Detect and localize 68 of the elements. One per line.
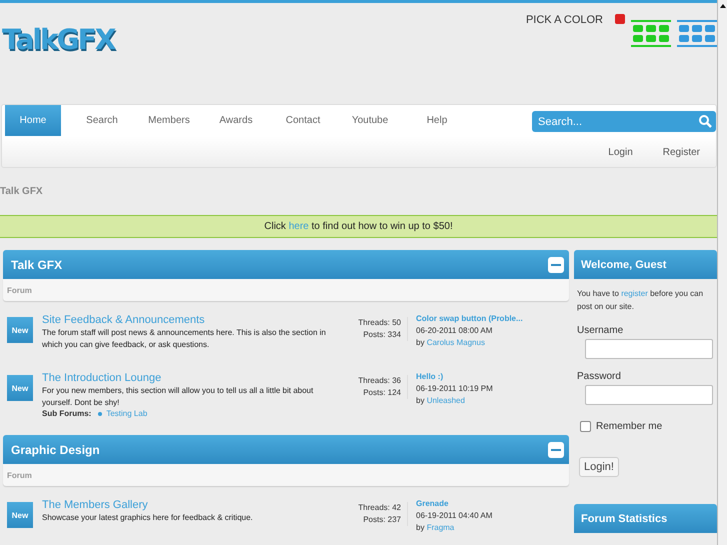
collapse-button[interactable] <box>548 442 564 458</box>
username-field[interactable] <box>585 339 713 359</box>
remember-label: Remember me <box>596 421 662 432</box>
nav-tab[interactable]: Contact <box>270 105 336 136</box>
nav-tab[interactable]: Home <box>5 105 61 136</box>
author-link[interactable]: Carolus Magnus <box>426 338 485 347</box>
breadcrumb[interactable]: Talk GFX <box>0 186 717 198</box>
sub-forums-label: Sub Forums: <box>42 409 92 418</box>
last-post-title[interactable]: Grenade <box>416 498 492 510</box>
login-button[interactable]: Login! <box>579 457 619 477</box>
by-label: by <box>416 338 424 347</box>
post-count: Posts: 237 <box>363 514 401 526</box>
nav-tab[interactable]: Help <box>404 105 470 136</box>
last-post-title[interactable]: Color swap button (Proble... <box>416 313 523 325</box>
thread-count: Threads: 50 <box>358 317 401 329</box>
forum-description: For you new members, this section will allow you to tell us all a little bit about yourself. Dont be shy! <box>42 385 314 409</box>
remember-checkbox[interactable] <box>580 421 591 432</box>
panel-title: Welcome, Guest <box>581 258 666 270</box>
bullet-icon <box>98 412 102 416</box>
nav-tab[interactable]: Awards <box>203 105 269 136</box>
search-field[interactable]: Search... <box>532 111 716 132</box>
last-post-title[interactable]: Hello :) <box>416 371 493 383</box>
last-post-date: 06-19-2011 10:19 PM <box>416 383 493 395</box>
nav-tab[interactable]: Members <box>136 105 202 136</box>
panel-title: Forum Statistics <box>581 512 668 524</box>
by-label: by <box>416 523 424 532</box>
search-icon[interactable] <box>699 115 712 128</box>
site-logo[interactable]: TalkGFX <box>2 23 114 56</box>
last-post-date: 06-19-2011 04:40 AM <box>416 510 492 522</box>
password-label: Password <box>577 371 622 382</box>
banner-link[interactable]: here <box>288 221 309 232</box>
category-title[interactable]: Talk GFX <box>11 258 62 272</box>
register-link[interactable]: register <box>621 289 648 298</box>
register-note: You have to register before you can post on our site. <box>577 288 704 313</box>
forum-title[interactable]: The Introduction Lounge <box>42 371 342 385</box>
column-label: Forum <box>7 470 32 480</box>
color-swatch-grid[interactable] <box>631 20 671 47</box>
thread-count: Threads: 36 <box>358 375 401 387</box>
forum-description: The forum staff will post news & announcements here. This is also the section in which you can give feedback, or ask questions. <box>42 327 327 351</box>
color-swatch[interactable] <box>615 14 625 24</box>
nav-tab[interactable]: Search <box>69 105 135 136</box>
sub-forum-link[interactable]: Testing Lab <box>106 409 148 418</box>
user-link[interactable]: Login <box>608 147 633 158</box>
banner-text: Click here to find out how to win up to $50! <box>264 221 453 232</box>
forum-title[interactable]: Site Feedback & Announcements <box>42 313 342 327</box>
by-label: by <box>416 396 424 405</box>
post-count: Posts: 124 <box>363 387 401 399</box>
last-post-date: 06-20-2011 08:00 AM <box>416 325 494 337</box>
new-posts-icon: New <box>7 375 33 401</box>
author-link[interactable]: Unleashed <box>426 396 465 405</box>
pick-color-label: PICK A COLOR <box>526 14 603 26</box>
scrollbar[interactable] <box>717 0 727 545</box>
new-posts-icon: New <box>7 502 33 528</box>
user-link[interactable]: Register <box>662 147 700 158</box>
category-title[interactable]: Graphic Design <box>11 442 100 456</box>
post-count: Posts: 334 <box>363 329 401 341</box>
nav-tab[interactable]: Youtube <box>337 105 403 136</box>
collapse-button[interactable] <box>548 256 564 272</box>
new-posts-icon: New <box>7 317 33 343</box>
column-label: Forum <box>7 286 32 294</box>
password-field[interactable] <box>585 385 713 405</box>
color-swatch-grid[interactable] <box>677 20 717 47</box>
scroll-up-icon[interactable] <box>720 4 726 8</box>
thread-count: Threads: 42 <box>358 502 401 514</box>
forum-title[interactable]: The Members Gallery <box>42 498 342 512</box>
author-link[interactable]: Fragma <box>426 523 454 532</box>
username-label: Username <box>577 325 624 336</box>
forum-description: Showcase your latest graphics here for feedback & critique. <box>42 512 254 524</box>
